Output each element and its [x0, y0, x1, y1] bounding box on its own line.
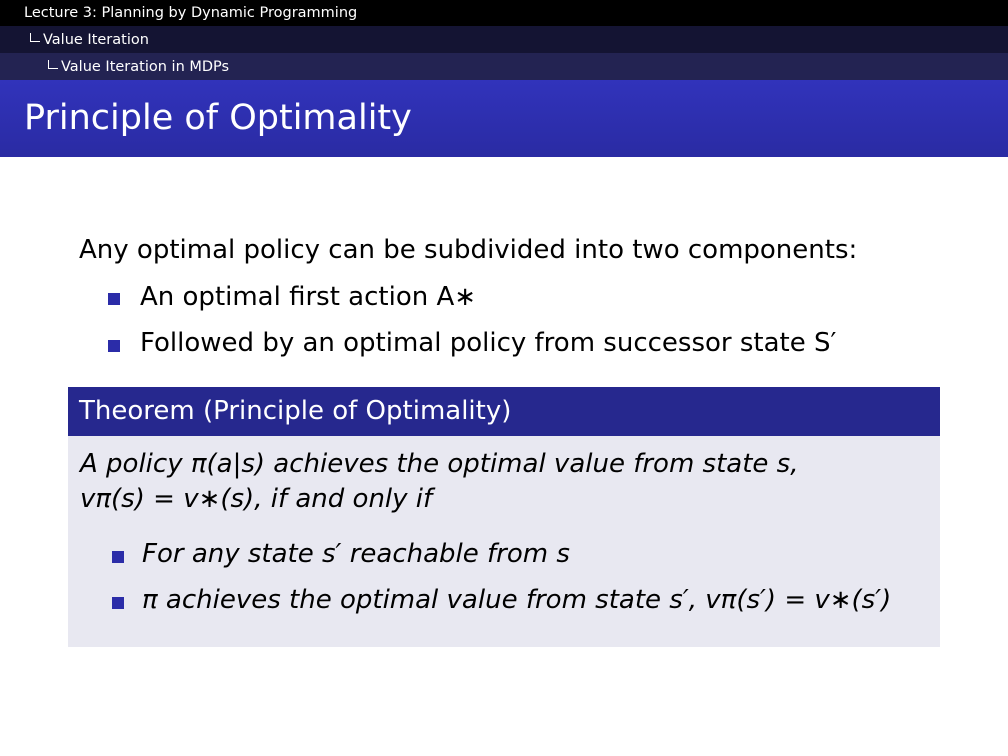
header-section-row: Value Iteration: [0, 26, 1008, 53]
section-title: Value Iteration: [43, 31, 149, 48]
theorem-block: Theorem (Principle of Optimality) A poli…: [68, 387, 940, 647]
subsection-label: Value Iteration in MDPs: [48, 59, 229, 75]
square-bullet-icon: [112, 551, 124, 563]
list-item-text: Followed by an optimal policy from succe…: [140, 328, 837, 358]
corner-connector-icon: [30, 32, 40, 42]
theorem-statement-line: vπ(s) = v∗(s), if and only if: [80, 484, 433, 514]
subsection-title: Value Iteration in MDPs: [61, 58, 230, 75]
theorem-statement-line: A policy π(a|s) achieves the optimal val…: [80, 449, 799, 479]
section-label: Value Iteration: [30, 32, 149, 48]
corner-connector-icon: [48, 59, 58, 69]
square-bullet-icon: [108, 293, 120, 305]
square-bullet-icon: [112, 597, 124, 609]
header-subsection-row: Value Iteration in MDPs: [0, 53, 1008, 80]
intro-text: Any optimal policy can be subdivided int…: [79, 235, 858, 265]
slide-header: Lecture 3: Planning by Dynamic Programmi…: [0, 0, 1008, 80]
theorem-header: Theorem (Principle of Optimality): [68, 387, 940, 436]
theorem-list-item-text: π achieves the optimal value from state …: [142, 585, 892, 615]
header-lecture-row: Lecture 3: Planning by Dynamic Programmi…: [0, 0, 1008, 26]
lecture-title: Lecture 3: Planning by Dynamic Programmi…: [24, 5, 358, 21]
list-item-text: An optimal first action A∗: [140, 282, 477, 312]
theorem-list-item-text: For any state s′ reachable from s: [142, 539, 570, 569]
theorem-heading: Theorem (Principle of Optimality): [79, 395, 512, 426]
slide-title: Principle of Optimality: [24, 97, 412, 138]
title-bar: Principle of Optimality: [0, 80, 1008, 157]
square-bullet-icon: [108, 340, 120, 352]
